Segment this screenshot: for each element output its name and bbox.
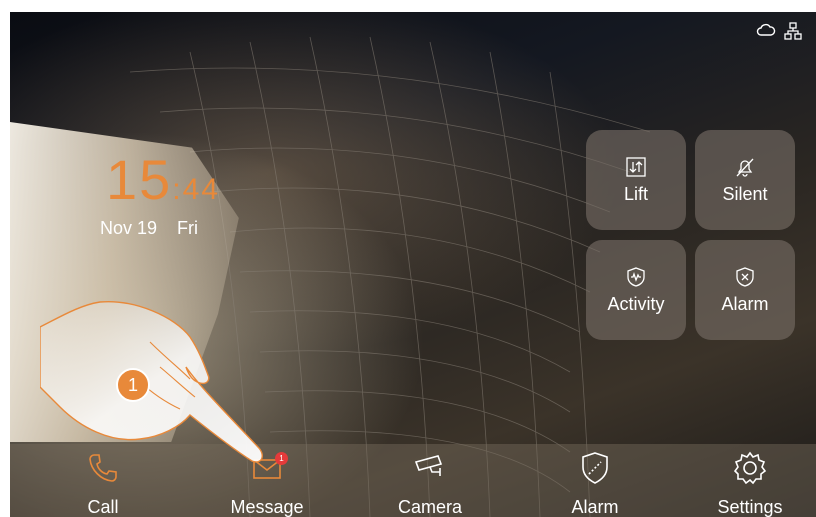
gear-icon: [733, 451, 767, 485]
alarm-button[interactable]: Alarm: [540, 450, 650, 517]
shield-x-icon: [736, 266, 754, 287]
camera-button[interactable]: Camera: [375, 450, 485, 517]
activity-label: Activity: [607, 293, 665, 314]
silent-label: Silent: [722, 183, 768, 204]
step-marker: 1: [116, 368, 150, 402]
alarm-tile[interactable]: Alarm: [695, 240, 795, 340]
lift-tile[interactable]: Lift: [586, 130, 686, 230]
cctv-icon: [414, 455, 443, 476]
silent-tile[interactable]: Silent: [695, 130, 795, 230]
clock: 15:44: [106, 152, 220, 208]
alarm-label: Alarm: [571, 497, 619, 517]
date-weekday: Fri: [177, 218, 199, 238]
call-label: Call: [87, 497, 119, 517]
pointing-hand-illustration: [40, 300, 263, 463]
settings-button[interactable]: Settings: [695, 450, 805, 517]
bell-off-icon: [736, 158, 754, 177]
date-day: Nov 19: [100, 218, 158, 238]
clock-hours: 15: [106, 148, 173, 211]
clock-separator: :: [172, 173, 183, 206]
date: Nov 19 Fri: [100, 218, 218, 239]
lift-label: Lift: [623, 183, 648, 204]
lift-icon: [626, 156, 646, 177]
settings-label: Settings: [717, 497, 783, 517]
home-screen: 15:44 Nov 19 Fri Lift Silent Activity Ala…: [10, 12, 816, 517]
network-icon: [784, 22, 802, 40]
clock-minutes: 44: [182, 173, 221, 206]
camera-label: Camera: [397, 497, 463, 517]
shield-activity-icon: [627, 266, 645, 287]
message-label: Message: [230, 497, 304, 517]
shield-icon: [582, 452, 608, 484]
activity-tile[interactable]: Activity: [586, 240, 686, 340]
cloud-icon: [756, 23, 776, 36]
alarm-tile-label: Alarm: [721, 293, 769, 314]
